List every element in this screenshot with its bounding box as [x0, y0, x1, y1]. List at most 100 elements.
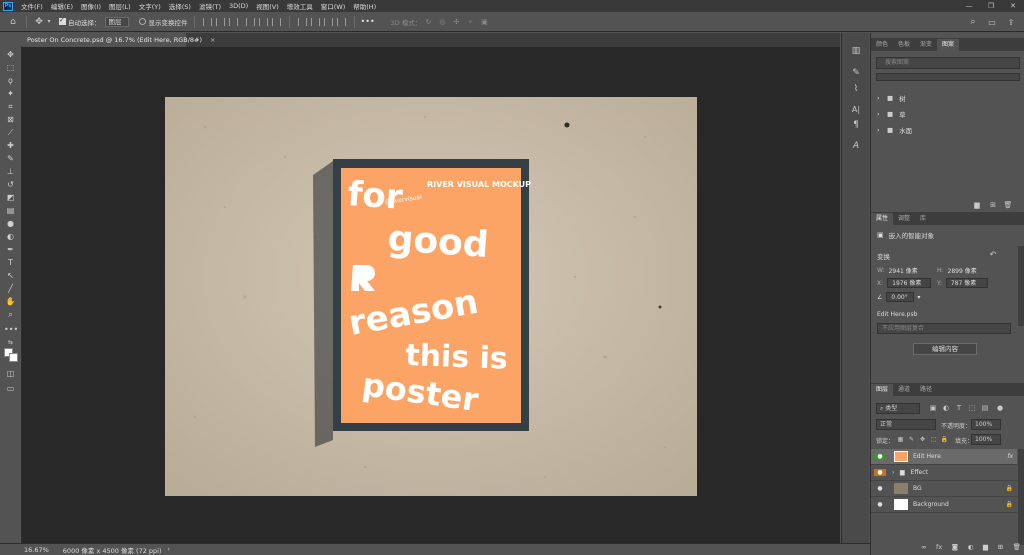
- layer-name[interactable]: Effect: [911, 469, 928, 476]
- frame-tool-icon[interactable]: ⊠: [4, 114, 17, 125]
- align-right-icon[interactable]: [228, 17, 238, 26]
- brushes-icon[interactable]: ⌇: [849, 83, 863, 95]
- menu-filter[interactable]: 滤镜(T): [195, 1, 225, 11]
- pattern-group-grass[interactable]: › ■ 草: [877, 109, 906, 119]
- chevron-down-icon[interactable]: ▾: [45, 18, 53, 25]
- tab-swatches[interactable]: 色板: [893, 39, 915, 51]
- background-color-swatch[interactable]: [9, 353, 18, 362]
- path-select-tool-icon[interactable]: ↖: [4, 270, 17, 281]
- layer-row-bg[interactable]: ● BG 🔒: [871, 481, 1017, 497]
- screen-mode-icon[interactable]: ▭: [4, 383, 17, 394]
- search-icon[interactable]: ⌕: [966, 15, 980, 29]
- lasso-tool-icon[interactable]: ϙ: [4, 75, 17, 86]
- move-tool-icon[interactable]: ✥: [33, 17, 45, 27]
- opacity-input[interactable]: 100%: [971, 419, 1001, 430]
- y-value-input[interactable]: 787 像素: [945, 278, 988, 288]
- workspace-icon[interactable]: ▭: [985, 15, 999, 29]
- distribute-right-icon[interactable]: [323, 17, 333, 26]
- menu-select[interactable]: 选择(S): [165, 1, 195, 11]
- tab-libraries[interactable]: 库: [915, 213, 931, 225]
- swap-colors-icon[interactable]: ⇆: [4, 337, 17, 348]
- move-tool-icon[interactable]: ✥: [4, 49, 17, 60]
- tab-channels[interactable]: 通道: [893, 384, 915, 396]
- menu-edit[interactable]: 编辑(E): [47, 1, 77, 11]
- mask-icon[interactable]: ◙: [952, 543, 958, 553]
- quick-mask-icon[interactable]: ◫: [4, 368, 17, 379]
- blur-tool-icon[interactable]: ●: [4, 218, 17, 229]
- menu-file[interactable]: 文件(F): [17, 1, 47, 11]
- width-value[interactable]: 2941 像素: [889, 266, 918, 275]
- visibility-eye-icon[interactable]: ●: [874, 453, 886, 460]
- paragraph-panel-icon[interactable]: ¶: [849, 119, 863, 131]
- visibility-eye-icon[interactable]: ●: [874, 501, 886, 508]
- stamp-tool-icon[interactable]: ⊥: [4, 166, 17, 177]
- layer-name[interactable]: Background: [913, 501, 949, 508]
- dodge-tool-icon[interactable]: ◐: [4, 231, 17, 242]
- 3d-slide-icon[interactable]: ✧: [463, 18, 477, 26]
- properties-scrollbar[interactable]: [1018, 246, 1024, 326]
- tab-paths[interactable]: 路径: [915, 384, 937, 396]
- layer-name[interactable]: BG: [913, 485, 922, 492]
- edit-contents-button[interactable]: 编辑内容: [913, 343, 977, 355]
- filter-pixel-icon[interactable]: ▣: [928, 403, 938, 413]
- show-transform-checkbox[interactable]: [138, 18, 146, 25]
- crop-tool-icon[interactable]: ⌗: [4, 101, 17, 112]
- close-window-button[interactable]: ✕: [1002, 0, 1024, 12]
- layer-row-edit-here[interactable]: ● Edit Here fx: [871, 449, 1017, 465]
- layer-name[interactable]: Edit Here: [913, 453, 941, 460]
- type-tool-icon[interactable]: T: [4, 257, 17, 268]
- group-icon[interactable]: ▆: [983, 543, 988, 553]
- tab-layers[interactable]: 图层: [871, 384, 894, 396]
- chevron-right-icon[interactable]: ›: [168, 546, 170, 553]
- zoom-tool-icon[interactable]: ⌕: [4, 309, 17, 320]
- history-brush-icon[interactable]: ↺: [4, 179, 17, 190]
- layer-row-background[interactable]: ● Background 🔒: [871, 497, 1017, 513]
- tab-adjustments[interactable]: 调整: [893, 213, 915, 225]
- filter-shape-icon[interactable]: ⬚: [967, 403, 977, 413]
- healing-brush-icon[interactable]: ✚: [4, 140, 17, 151]
- layer-filter-dropdown[interactable]: ⌕ 类型: [876, 403, 920, 414]
- 3d-roll-icon[interactable]: ◎: [435, 18, 449, 26]
- adjustment-icon[interactable]: ◐: [968, 543, 974, 553]
- more-tools-icon[interactable]: •••: [4, 324, 18, 335]
- x-value-input[interactable]: 1976 像素: [887, 278, 932, 288]
- align-vcenter-icon[interactable]: [258, 17, 268, 26]
- tab-properties[interactable]: 属性: [871, 213, 894, 225]
- menu-type[interactable]: 文字(Y): [135, 1, 165, 11]
- filter-type-icon[interactable]: T: [954, 403, 964, 413]
- 3d-rotate-icon[interactable]: ↻: [421, 18, 435, 26]
- pattern-size-slider[interactable]: [876, 73, 1020, 81]
- distribute-spacing-icon[interactable]: [336, 17, 346, 26]
- new-layer-icon[interactable]: ⊞: [998, 543, 1003, 553]
- hand-tool-icon[interactable]: ✋: [4, 296, 17, 307]
- fx-badge[interactable]: fx: [1007, 453, 1013, 460]
- brush-settings-icon[interactable]: ✎: [849, 67, 863, 79]
- pattern-search-input[interactable]: 搜索图案: [876, 57, 1020, 69]
- gradient-tool-icon[interactable]: ▤: [4, 205, 17, 216]
- distribute-center-icon[interactable]: [310, 17, 320, 26]
- tab-patterns[interactable]: 图案: [937, 39, 960, 51]
- menu-help[interactable]: 帮助(H): [349, 1, 380, 11]
- align-bottom-icon[interactable]: [271, 17, 281, 26]
- lock-all-icon[interactable]: 🔒: [940, 435, 949, 444]
- character-panel-icon[interactable]: A|: [849, 103, 863, 115]
- history-panel-icon[interactable]: ▥: [849, 45, 863, 57]
- minimize-button[interactable]: —: [958, 0, 980, 12]
- trash-icon[interactable]: 🗑: [1002, 200, 1014, 210]
- share-icon[interactable]: ⇪: [1004, 15, 1018, 29]
- eraser-tool-icon[interactable]: ◩: [4, 192, 17, 203]
- distribute-left-icon[interactable]: [297, 17, 307, 26]
- lock-artboard-icon[interactable]: ⬚: [929, 435, 938, 444]
- menu-plugins[interactable]: 增效工具: [283, 1, 317, 11]
- layers-scrollbar[interactable]: [1018, 449, 1024, 545]
- zoom-level[interactable]: 16.67%: [24, 546, 49, 554]
- lock-transparent-icon[interactable]: ▦: [896, 435, 905, 444]
- folder-icon[interactable]: ▆: [971, 200, 983, 210]
- brush-tool-icon[interactable]: ✎: [4, 153, 17, 164]
- marquee-tool-icon[interactable]: ⬚: [4, 62, 17, 73]
- filter-adjustment-icon[interactable]: ◐: [941, 403, 951, 413]
- link-icon[interactable]: ∞: [921, 543, 926, 553]
- align-top-icon[interactable]: [245, 17, 255, 26]
- more-options-button[interactable]: •••: [361, 17, 375, 26]
- document-tab[interactable]: Poster On Concrete.psd @ 16.7% (Edit Her…: [22, 33, 216, 47]
